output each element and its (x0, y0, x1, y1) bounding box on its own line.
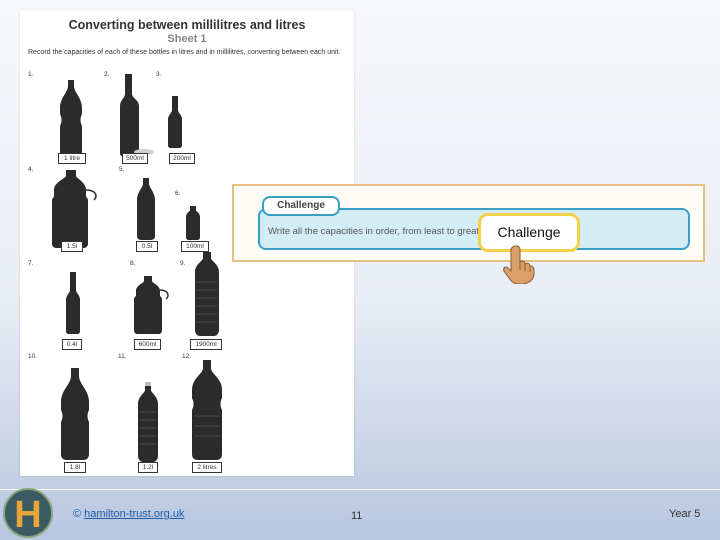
item-number: 2. (104, 71, 110, 78)
bottle-image (136, 178, 156, 240)
worksheet-title: Converting between millilitres and litre… (68, 18, 306, 32)
item-number: 4. (28, 166, 34, 173)
item-number: 5. (119, 166, 125, 173)
capacity-label: 1.5l (61, 241, 83, 252)
page-number: 11 (351, 510, 363, 522)
pointing-hand-icon (501, 244, 535, 289)
copyright-notice: © hamilton-trust.org.uk (73, 508, 184, 520)
hamilton-trust-link[interactable]: hamilton-trust.org.uk (84, 508, 184, 520)
capacity-label: 2 litres (192, 462, 222, 473)
item-number: 9. (180, 260, 186, 267)
capacity-label: 1.8l (64, 462, 86, 473)
item-number: 12. (182, 353, 192, 360)
capacity-label: 600ml (134, 339, 161, 350)
bottle-image (134, 276, 172, 334)
bottle-image (190, 360, 224, 460)
capacity-label: 0.5l (136, 241, 158, 252)
item-number: 11. (118, 353, 127, 360)
challenge-text: Write all the capacities in order, from … (268, 226, 495, 237)
bottle-image (186, 206, 200, 240)
item-number: 8. (130, 260, 136, 267)
worksheet-subtitle: Sheet 1 (167, 33, 207, 45)
capacity-label: 1 litre (58, 153, 86, 164)
capacity-label: 1.2l (138, 462, 158, 473)
year-group-label: Year 5 (669, 508, 701, 520)
worksheet-instructions: Record the capacities of each of these b… (28, 49, 341, 56)
bottle-image (120, 74, 154, 156)
bottle-image (60, 368, 90, 460)
item-number: 6. (175, 190, 181, 197)
capacity-label: 200ml (169, 153, 195, 164)
challenge-tab: Challenge (262, 196, 340, 216)
capacity-label: 0.4l (62, 339, 82, 350)
copyright-symbol: © (73, 508, 82, 520)
bottle-image (136, 382, 160, 462)
capacity-label: 500ml (122, 153, 148, 164)
capacity-label: 1900ml (190, 339, 222, 350)
capacity-label: 100ml (181, 241, 209, 252)
item-number: 3. (156, 71, 162, 78)
bottle-image (58, 80, 84, 158)
bottle-image (66, 272, 80, 334)
item-number: 7. (28, 260, 34, 267)
challenge-panel: Write all the capacities in order, from … (232, 184, 705, 262)
item-number: 1. (28, 71, 34, 78)
bottle-image (192, 252, 222, 336)
hamilton-trust-logo: H (2, 485, 54, 540)
logo-letter: H (14, 494, 41, 536)
footer-divider (0, 489, 720, 490)
bottle-image (168, 96, 182, 148)
bottle-image (50, 170, 100, 248)
item-number: 10. (28, 353, 38, 360)
